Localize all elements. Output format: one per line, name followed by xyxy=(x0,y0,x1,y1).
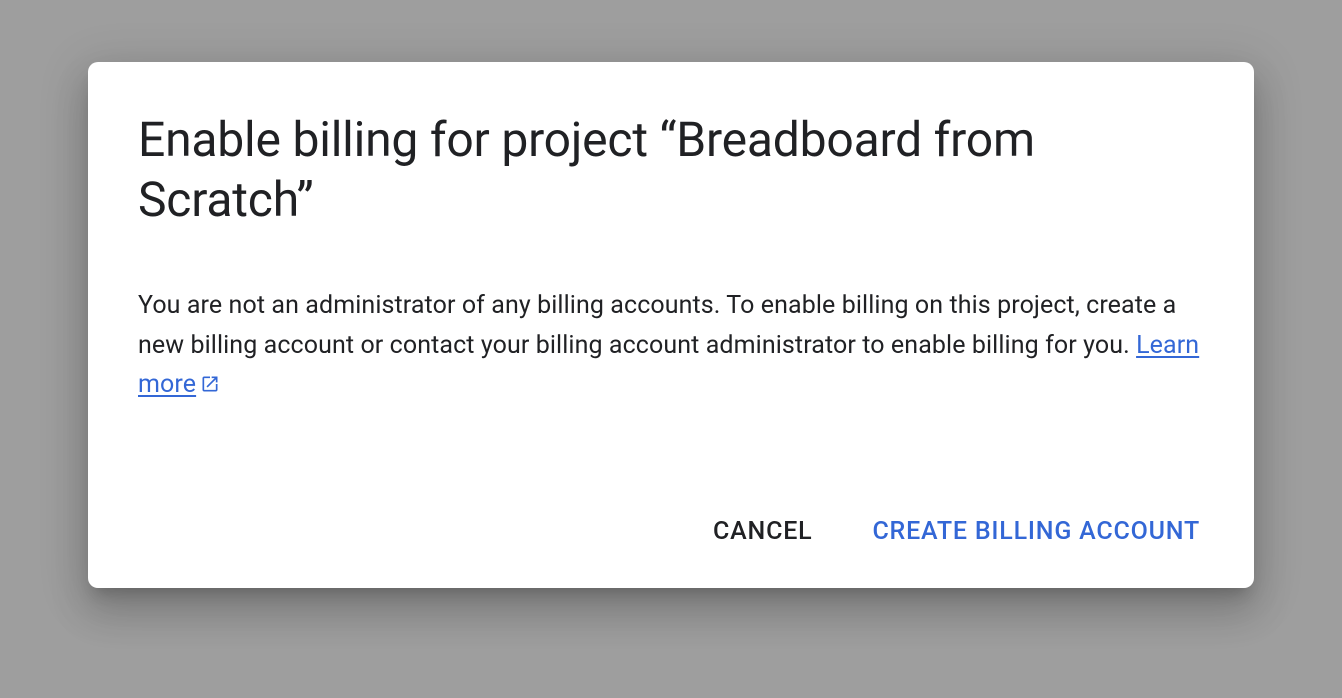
external-link-icon xyxy=(200,367,220,387)
dialog-body-text: You are not an administrator of any bill… xyxy=(138,291,1176,360)
dialog-body: You are not an administrator of any bill… xyxy=(138,286,1204,405)
create-billing-account-button[interactable]: Create Billing Account xyxy=(872,513,1200,550)
dialog-actions: Cancel Create Billing Account xyxy=(138,513,1204,550)
dialog-title: Enable billing for project “Breadboard f… xyxy=(138,110,1204,230)
cancel-button[interactable]: Cancel xyxy=(713,513,812,550)
billing-dialog: Enable billing for project “Breadboard f… xyxy=(88,62,1254,588)
